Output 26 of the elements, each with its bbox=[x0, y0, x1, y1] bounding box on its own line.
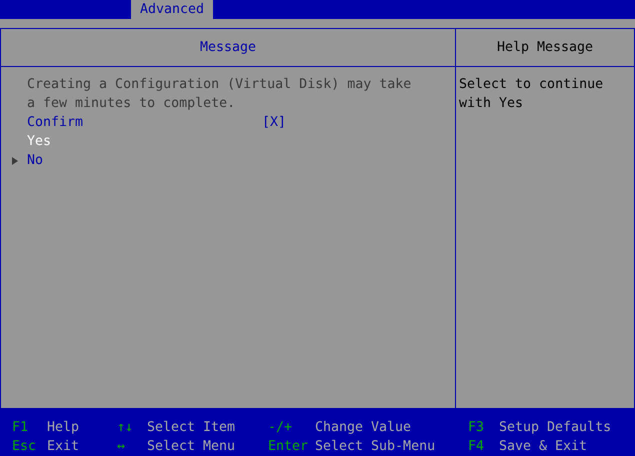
key-action: Change Value bbox=[315, 419, 412, 437]
key-label: ↔ bbox=[117, 438, 126, 456]
menu-option[interactable]: Yes bbox=[27, 132, 262, 151]
key-action: Select Item bbox=[147, 419, 236, 437]
key-action: Save & Exit bbox=[499, 438, 588, 456]
setting-label[interactable]: Confirm bbox=[27, 113, 262, 132]
key-action: Select Menu bbox=[147, 438, 236, 456]
panel-header: Help Message bbox=[456, 29, 634, 67]
key-action: Setup Defaults bbox=[499, 419, 612, 437]
help-text: Select to continue with Yes bbox=[459, 76, 604, 113]
key-label: Esc bbox=[12, 438, 38, 456]
key-label: Enter bbox=[268, 438, 310, 456]
key-action: Help bbox=[47, 419, 80, 437]
key-label: -/+ bbox=[268, 419, 294, 437]
menu-tab[interactable]: Advanced bbox=[131, 0, 214, 19]
key-action: Select Sub-Menu bbox=[315, 438, 436, 456]
key-label: F1 bbox=[12, 419, 30, 437]
key-label: F4 bbox=[468, 438, 486, 456]
message-text: Creating a Configuration (Virtual Disk) may take a few minutes to complete. bbox=[27, 76, 412, 113]
panel-header: Message bbox=[1, 29, 456, 67]
menu-option[interactable]: No bbox=[27, 151, 262, 170]
key-action: Exit bbox=[47, 438, 80, 456]
submenu-arrow-icon bbox=[12, 157, 18, 165]
key-label: ↑↓ bbox=[117, 419, 134, 437]
setting-value: [X] bbox=[262, 114, 286, 132]
key-label: F3 bbox=[468, 419, 486, 437]
